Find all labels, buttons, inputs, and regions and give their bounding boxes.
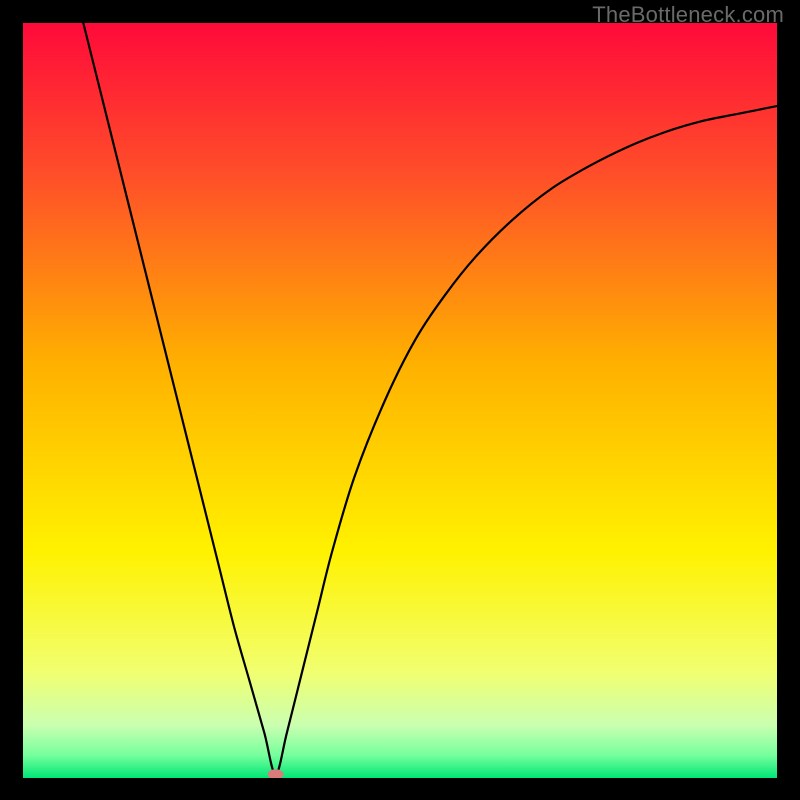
gradient-background: [23, 23, 777, 778]
chart-svg: [23, 23, 777, 778]
chart-frame: TheBottleneck.com: [0, 0, 800, 800]
plot-area: [23, 23, 777, 778]
